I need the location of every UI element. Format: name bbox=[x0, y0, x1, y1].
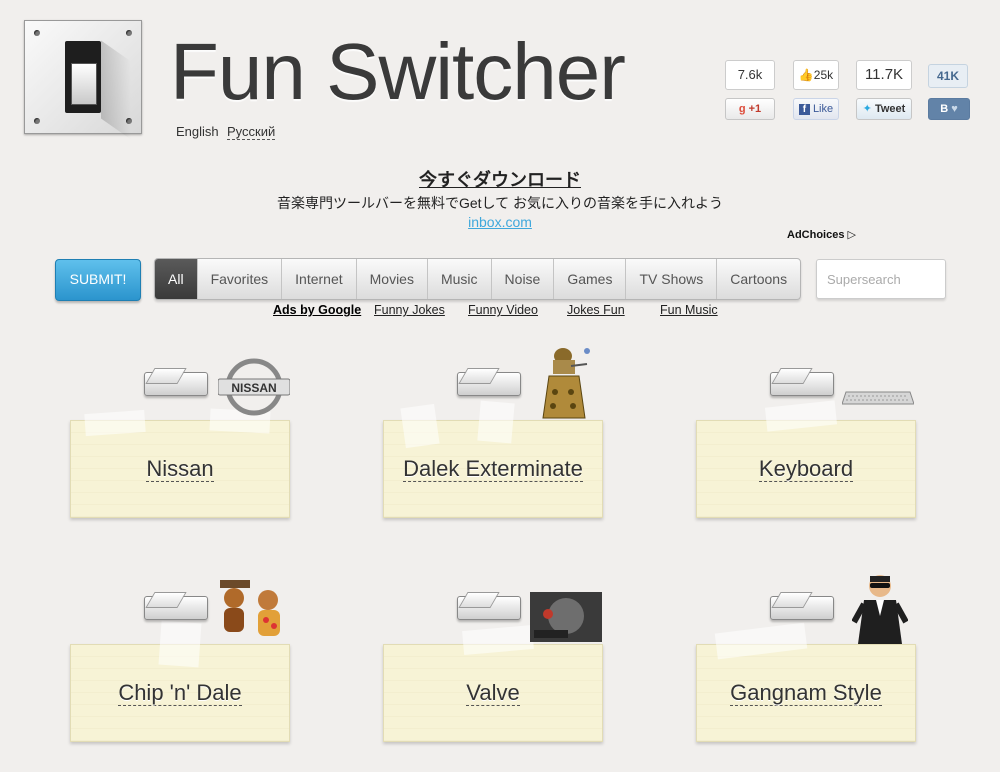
language-russian[interactable]: Русский bbox=[227, 124, 276, 140]
twitter-count: 11.7K bbox=[856, 60, 912, 90]
switch-toggle-icon[interactable] bbox=[457, 592, 521, 620]
switch-toggle-icon[interactable] bbox=[770, 592, 834, 620]
card-label: Keyboard bbox=[758, 456, 854, 482]
ads-by-google-link[interactable]: Ads by Google bbox=[273, 303, 361, 317]
vk-count: 41K bbox=[928, 64, 968, 88]
gplus-button[interactable]: g +1 bbox=[725, 98, 775, 120]
dalek-icon bbox=[542, 348, 590, 419]
submit-button[interactable]: SUBMIT! bbox=[55, 259, 141, 301]
tab-internet[interactable]: Internet bbox=[282, 259, 357, 299]
ad-link-fun-music[interactable]: Fun Music bbox=[660, 303, 718, 317]
site-logo[interactable] bbox=[24, 20, 142, 140]
ad-text: 音楽専門ツールバーを無料でGetして お気に入りの音楽を手に入れよう bbox=[276, 195, 724, 211]
sound-card[interactable]: Keyboard bbox=[696, 358, 916, 518]
card-label: Nissan bbox=[146, 456, 214, 482]
tweet-label: Tweet bbox=[874, 103, 906, 115]
tab-movies[interactable]: Movies bbox=[357, 259, 428, 299]
adchoices-link[interactable]: AdChoices ▷ bbox=[787, 228, 856, 241]
tweet-button[interactable]: ✦ Tweet bbox=[856, 98, 912, 120]
sound-card[interactable]: Dalek Exterminate bbox=[383, 348, 603, 518]
ad-link-funny-jokes[interactable]: Funny Jokes bbox=[374, 303, 445, 317]
thumbs-up-icon: 👍 bbox=[798, 68, 814, 82]
tab-noise[interactable]: Noise bbox=[492, 259, 555, 299]
ad-title[interactable]: 今すぐダウンロード bbox=[0, 166, 1000, 192]
svg-text:NISSAN: NISSAN bbox=[231, 381, 276, 395]
language-english[interactable]: English bbox=[176, 124, 219, 139]
card-label: Dalek Exterminate bbox=[403, 456, 583, 482]
heart-icon: ♥ bbox=[951, 103, 958, 115]
ad-link-funny-video[interactable]: Funny Video bbox=[468, 303, 538, 317]
switch-toggle-icon[interactable] bbox=[144, 368, 208, 396]
switch-toggle-icon[interactable] bbox=[770, 368, 834, 396]
tab-tv-shows[interactable]: TV Shows bbox=[626, 259, 718, 299]
switch-toggle-icon bbox=[71, 63, 97, 105]
twitter-bird-icon: ✦ bbox=[862, 103, 872, 115]
card-label: Gangnam Style bbox=[730, 680, 882, 706]
sound-card[interactable]: Gangnam Style bbox=[696, 575, 916, 742]
chip-n-dale-icon bbox=[220, 580, 280, 636]
facebook-count: 👍25k bbox=[793, 60, 839, 90]
screw-icon bbox=[126, 30, 132, 36]
tab-all[interactable]: All bbox=[155, 259, 198, 299]
vk-button[interactable]: B ♥ bbox=[928, 98, 970, 120]
vk-label: B bbox=[940, 103, 949, 115]
page-title: Fun Switcher bbox=[170, 27, 626, 116]
switch-toggle-icon[interactable] bbox=[144, 592, 208, 620]
psy-dancer-icon bbox=[852, 575, 908, 644]
gplus-label: +1 bbox=[748, 103, 762, 115]
screw-icon bbox=[34, 118, 40, 124]
card-label: Valve bbox=[466, 680, 520, 706]
facebook-label: Like bbox=[812, 103, 834, 115]
keyboard-icon bbox=[842, 391, 914, 405]
facebook-icon: f bbox=[798, 103, 810, 115]
tab-cartoons[interactable]: Cartoons bbox=[717, 259, 800, 299]
facebook-like-button[interactable]: f Like bbox=[793, 98, 839, 120]
search-input[interactable] bbox=[816, 259, 946, 299]
valve-logo-icon bbox=[530, 592, 602, 642]
gplus-count: 7.6k bbox=[725, 60, 775, 90]
card-label: Chip 'n' Dale bbox=[118, 680, 242, 706]
nissan-logo-icon: NISSAN bbox=[218, 358, 290, 416]
ad-link-jokes-fun[interactable]: Jokes Fun bbox=[567, 303, 625, 317]
sound-card[interactable]: NISSAN Nissan bbox=[70, 358, 290, 518]
tab-games[interactable]: Games bbox=[554, 259, 627, 299]
screw-icon bbox=[34, 30, 40, 36]
tab-music[interactable]: Music bbox=[428, 259, 492, 299]
switch-toggle-icon[interactable] bbox=[457, 368, 521, 396]
sound-card[interactable]: Valve bbox=[383, 582, 603, 742]
sound-card[interactable]: Chip 'n' Dale bbox=[70, 580, 290, 742]
gplus-icon: g bbox=[738, 103, 746, 115]
category-tabs: All Favorites Internet Movies Music Nois… bbox=[154, 258, 802, 300]
tab-favorites[interactable]: Favorites bbox=[198, 259, 283, 299]
